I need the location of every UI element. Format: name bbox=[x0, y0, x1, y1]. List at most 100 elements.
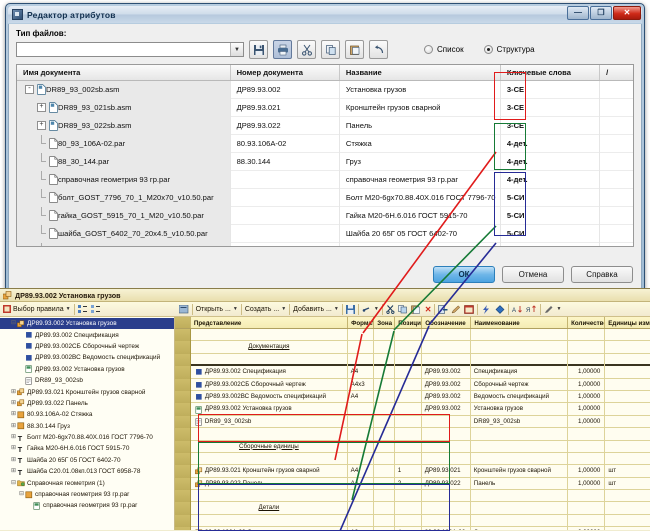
tree-node[interactable]: ⊞ ДР89.93.022 Панель bbox=[0, 398, 174, 409]
cell-quantity[interactable]: 1,00000 bbox=[568, 415, 606, 429]
grid-row[interactable] bbox=[175, 329, 650, 342]
print-icon[interactable] bbox=[273, 40, 292, 59]
cell-quantity[interactable] bbox=[568, 440, 606, 453]
cell-name[interactable] bbox=[471, 329, 569, 342]
cell-extra[interactable] bbox=[600, 99, 633, 117]
cell-document-number[interactable]: ДР89.93.002 bbox=[231, 80, 340, 99]
table-row[interactable]: + DR89_93_021sb.asm ДР89.93.021 Кронштейн г… bbox=[17, 98, 633, 117]
tree-expander[interactable]: + bbox=[37, 103, 46, 112]
chevron-down-icon[interactable]: ▼ bbox=[230, 43, 243, 56]
cell-units[interactable]: шт bbox=[605, 465, 650, 477]
cell-units[interactable] bbox=[605, 329, 650, 341]
cell-name[interactable] bbox=[471, 353, 569, 367]
cell-document-number[interactable]: ДР89.93.022 bbox=[231, 116, 340, 135]
cell-units[interactable]: шт bbox=[605, 478, 650, 490]
tree-expander[interactable]: ⊞ bbox=[10, 400, 17, 407]
open-button[interactable]: Открыть ... ▼ bbox=[196, 306, 238, 313]
cell-extra[interactable] bbox=[600, 81, 633, 99]
cell-extra[interactable] bbox=[600, 153, 633, 171]
cell-zone[interactable] bbox=[374, 341, 396, 354]
tree-node[interactable]: справочная геометрия 93 гр.par bbox=[0, 500, 174, 511]
save-icon[interactable] bbox=[345, 304, 355, 314]
grid-row[interactable]: ДР89.93.002СБ Сборочный чертеж A4x3 ДР89.9… bbox=[175, 378, 650, 391]
cell-format[interactable]: A4x3 bbox=[348, 378, 374, 391]
tree-node[interactable]: ДР89.93.002СБ Сборочный чертеж bbox=[0, 341, 174, 352]
cell-name[interactable]: Сборочный чертеж bbox=[471, 378, 568, 391]
cell-format[interactable] bbox=[348, 353, 375, 367]
tree-expander[interactable]: ⊞ bbox=[10, 423, 17, 430]
cell-format[interactable] bbox=[348, 341, 374, 354]
cell-zone[interactable] bbox=[374, 353, 396, 367]
col-header-name[interactable]: Наименование bbox=[471, 317, 569, 328]
delete-icon[interactable]: ✕ bbox=[425, 305, 432, 314]
table-row[interactable]: 88_30_144.par 88.30.144 Груз 4-дет. bbox=[17, 152, 633, 171]
copy-icon[interactable] bbox=[397, 304, 408, 314]
save-icon[interactable] bbox=[249, 40, 268, 59]
cell-position[interactable] bbox=[395, 390, 422, 404]
tree-expander[interactable]: ⊞ bbox=[10, 445, 17, 452]
ok-button[interactable]: ОК bbox=[433, 266, 495, 283]
paste-icon[interactable] bbox=[345, 40, 364, 59]
tree-node[interactable]: ⊟ ДР89.93.002 Установка грузов bbox=[0, 318, 174, 330]
cell-designation[interactable]: ДР89.93.002 bbox=[422, 378, 471, 391]
col-header-designation[interactable]: Обозначение bbox=[422, 317, 472, 328]
tree-expander[interactable]: ⊞ bbox=[10, 434, 17, 441]
dialog-titlebar[interactable]: Редактор атрибутов — ❐ ✕ bbox=[8, 6, 642, 23]
cell-position[interactable] bbox=[395, 329, 423, 342]
cell-name[interactable]: Панель bbox=[471, 477, 568, 491]
cell-quantity[interactable] bbox=[568, 353, 606, 367]
cell-document-number[interactable] bbox=[231, 224, 340, 243]
cell-units[interactable] bbox=[605, 515, 650, 527]
grid-row[interactable]: ДР89.93.002ВС Ведомость спецификаций A4 ДР… bbox=[175, 390, 650, 404]
cell-document-title[interactable]: Болт М20-6gх70.88.40Х.016 ГОСТ 7796-70 bbox=[340, 188, 501, 207]
cell-position[interactable] bbox=[395, 366, 422, 379]
cell-document-title[interactable]: Гайка М20-6Н.6.016 ГОСТ 5915-70 bbox=[340, 206, 501, 225]
cell-representation[interactable] bbox=[191, 353, 349, 367]
add-button[interactable]: Добавить ... ▼ bbox=[293, 306, 339, 313]
cell-keywords[interactable]: 5-СИ bbox=[501, 242, 601, 246]
cell-designation[interactable]: ДР89.93.002 bbox=[422, 366, 471, 379]
table-row[interactable]: шайба_GOST_6958_78_C_20_v10.50.par Шайба … bbox=[17, 242, 633, 247]
cell-designation[interactable] bbox=[422, 341, 472, 354]
cell-name[interactable] bbox=[471, 514, 569, 528]
cell-units[interactable]: шт bbox=[605, 527, 650, 530]
cell-document-name[interactable]: + DR89_93_022sb.asm bbox=[17, 116, 231, 135]
cell-units[interactable] bbox=[605, 416, 650, 428]
cell-position[interactable] bbox=[395, 378, 422, 391]
cell-document-title[interactable]: Шайба 20 65Г 05 ГОСТ 6402-70 bbox=[340, 224, 501, 243]
grid-section-row[interactable]: Документация bbox=[175, 341, 650, 354]
cell-quantity[interactable] bbox=[568, 514, 606, 528]
chevron-down-icon[interactable]: ▼ bbox=[233, 306, 238, 312]
cell-extra[interactable] bbox=[600, 171, 633, 189]
cell-document-title[interactable]: Кронштейн грузов сварной bbox=[340, 98, 501, 117]
tree-node[interactable]: ДР89.93.002 Установка грузов bbox=[0, 364, 174, 375]
tree-expander[interactable]: + bbox=[37, 121, 46, 130]
chevron-down-icon[interactable]: ▼ bbox=[281, 306, 286, 312]
cell-name[interactable]: Спецификация bbox=[471, 366, 568, 379]
cell-document-name[interactable]: болт_GOST_7796_70_1_M20x70_v10.50.par bbox=[17, 188, 231, 207]
cell-units[interactable] bbox=[605, 490, 650, 502]
table-row[interactable]: болт_GOST_7796_70_1_M20x70_v10.50.par Бол… bbox=[17, 188, 633, 207]
collapse-all-icon[interactable] bbox=[90, 304, 101, 314]
cell-quantity[interactable] bbox=[568, 452, 606, 466]
undo-icon[interactable] bbox=[369, 40, 388, 59]
cell-representation[interactable]: ДР89.93.002ВС Ведомость спецификаций bbox=[191, 390, 348, 404]
cell-quantity[interactable]: 1,00000 bbox=[568, 403, 606, 416]
tree-node[interactable]: ⊞ 88.30.144 Груз bbox=[0, 421, 174, 432]
cell-position[interactable] bbox=[395, 341, 423, 354]
cancel-button[interactable]: Отмена bbox=[502, 266, 564, 283]
radio-list[interactable]: Список bbox=[424, 45, 464, 54]
cell-name[interactable] bbox=[471, 452, 569, 466]
tree-expander[interactable]: ⊟ bbox=[18, 491, 25, 498]
cell-document-number[interactable]: ДР89.93.021 bbox=[231, 98, 340, 117]
col-header-number[interactable]: Номер документа bbox=[231, 65, 340, 80]
cell-units[interactable] bbox=[605, 366, 650, 378]
cell-extra[interactable] bbox=[600, 243, 633, 247]
cell-quantity[interactable]: 1,00000 bbox=[568, 477, 606, 491]
col-header-title[interactable]: Название bbox=[340, 65, 501, 80]
chevron-down-icon[interactable]: ▼ bbox=[556, 306, 561, 312]
documents-table[interactable]: Имя документа Номер документа Название К… bbox=[16, 64, 634, 247]
cell-document-title[interactable]: Груз bbox=[340, 152, 501, 171]
grid-row[interactable]: ДР89.93.002 Спецификация A4 ДР89.93.002 Спе… bbox=[175, 366, 650, 379]
cell-name[interactable]: DR89_93_002sb bbox=[471, 415, 568, 429]
